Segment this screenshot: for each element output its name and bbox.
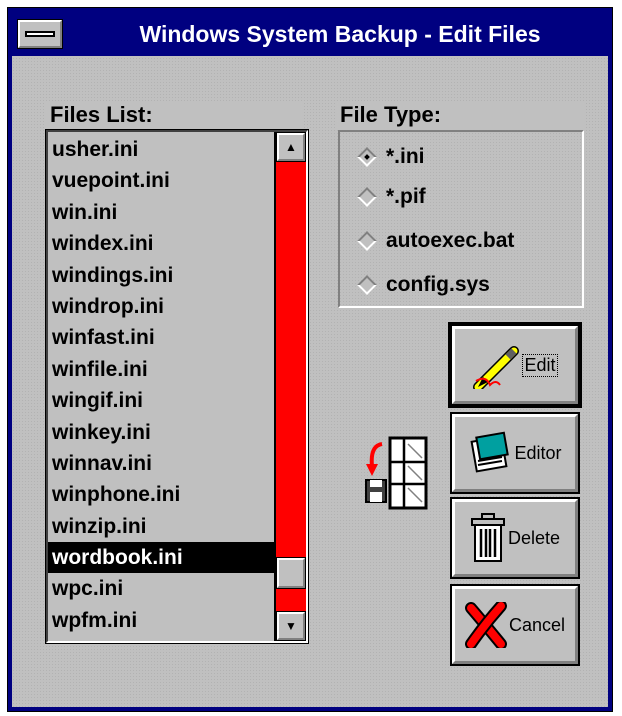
list-item[interactable]: wordbook.ini [48,542,274,574]
arrow-up-icon: ▲ [285,140,297,154]
file-type-radio[interactable]: config.sys [357,268,490,302]
list-item[interactable]: winphone.ini [48,479,274,510]
list-item[interactable]: windrop.ini [48,291,274,322]
list-item[interactable]: windings.ini [48,260,274,291]
file-type-label: File Type: [336,102,584,128]
radio-diamond-icon [357,275,377,295]
list-item[interactable]: winfast.ini [48,322,274,353]
arrow-down-icon: ▼ [285,619,297,633]
scroll-down-button[interactable]: ▼ [276,611,306,641]
red-x-icon [464,602,507,648]
radio-diamond-icon [357,147,377,167]
list-item[interactable]: winfile.ini [48,354,274,385]
files-list-items: usher.ini vuepoint.ini win.ini windex.ini wi… [48,134,274,643]
file-type-radio-label: *.ini [386,145,425,168]
file-type-group: *.ini *.pif autoexec.bat config.sys [338,130,584,308]
edit-button[interactable]: Edit [448,322,582,408]
radio-diamond-icon [357,187,377,207]
list-item[interactable]: winzip.ini [48,511,274,542]
scroll-thumb[interactable] [276,557,306,589]
list-item[interactable]: winkey.ini [48,417,274,448]
pencil-icon [473,346,520,389]
trash-can-icon [470,513,505,562]
editor-button-label: Editor [514,442,562,463]
title-bar[interactable]: Windows System Backup - Edit Files [12,12,608,56]
list-item[interactable]: win.ini [48,197,274,228]
cancel-button[interactable]: Cancel [450,584,580,666]
list-item[interactable]: usher.ini [48,134,274,165]
radio-diamond-icon [357,231,377,251]
list-item[interactable]: vuepoint.ini [48,165,274,196]
backup-files-icon [365,436,428,510]
list-item[interactable]: windex.ini [48,228,274,259]
file-type-radio[interactable]: *.ini [357,140,425,174]
file-type-radio[interactable]: autoexec.bat [357,224,515,258]
notepad-icon [470,431,510,473]
files-scrollbar[interactable]: ▲ ▼ [274,132,306,641]
system-menu-button[interactable] [17,19,63,49]
editor-button[interactable]: Editor [450,412,580,494]
files-list-label: Files List: [46,102,304,128]
window-title: Windows System Backup - Edit Files [139,21,541,47]
file-type-radio-label: config.sys [386,273,490,296]
scroll-up-button[interactable]: ▲ [276,132,306,162]
edit-button-label: Edit [522,353,558,377]
backup-window: Windows System Backup - Edit Files Files… [7,7,613,712]
list-item[interactable]: wpc.ini [48,573,274,604]
file-type-radio[interactable]: *.pif [357,180,426,214]
file-type-radio-label: autoexec.bat [386,229,515,252]
system-menu-icon [25,31,55,37]
list-item[interactable]: wpfm.ini [48,605,274,636]
cancel-button-label: Cancel [508,614,566,635]
file-type-radio-label: *.pif [386,185,426,208]
delete-button[interactable]: Delete [450,497,580,579]
list-item[interactable]: wingif.ini [48,385,274,416]
list-item[interactable]: winnav.ini [48,448,274,479]
files-listbox[interactable]: usher.ini vuepoint.ini win.ini windex.ini wi… [45,129,309,644]
delete-button-label: Delete [507,527,561,548]
